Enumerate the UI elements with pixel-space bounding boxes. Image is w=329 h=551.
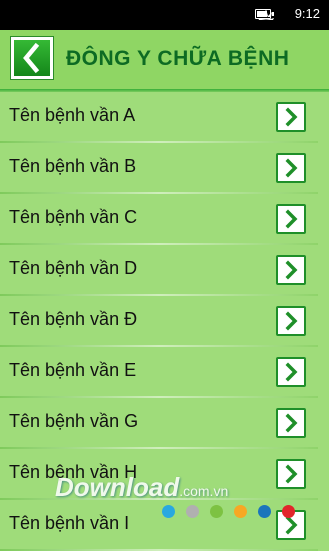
list-item[interactable]: Tên bệnh vần C xyxy=(0,194,329,245)
list-item-label: Tên bệnh vần D xyxy=(9,258,138,278)
list-item[interactable]: Tên bệnh vần A xyxy=(0,92,329,143)
list-item[interactable]: Tên bệnh vần E xyxy=(0,347,329,398)
open-item-button[interactable] xyxy=(276,357,306,387)
list-item-label: Tên bệnh vần G xyxy=(9,411,139,431)
list-item-label: Tên bệnh vần B xyxy=(9,156,137,176)
chevron-right-icon xyxy=(285,413,298,433)
open-item-button[interactable] xyxy=(276,102,306,132)
page-title: ĐÔNG Y CHỮA BỆNH xyxy=(66,47,290,70)
watermark-dot xyxy=(162,505,175,518)
watermark-dot xyxy=(186,505,199,518)
watermark: Download.com.vn xyxy=(55,472,228,503)
list-item[interactable]: Tên bệnh vần Đ xyxy=(0,296,329,347)
status-time: 9:12 xyxy=(294,6,320,21)
chevron-right-icon xyxy=(285,209,298,229)
chevron-right-icon xyxy=(285,260,298,280)
chevron-right-icon xyxy=(285,158,298,178)
open-item-button[interactable] xyxy=(276,153,306,183)
app-header: ĐÔNG Y CHỮA BỆNH xyxy=(0,30,329,92)
open-item-button[interactable] xyxy=(276,255,306,285)
chevron-left-icon xyxy=(23,42,40,74)
status-bar: 9:12 xyxy=(0,0,329,30)
chevron-right-icon xyxy=(285,464,298,484)
list-item[interactable]: Tên bệnh vần G xyxy=(0,398,329,449)
list-item-label: Tên bệnh vần Đ xyxy=(9,309,138,329)
battery-icon xyxy=(255,9,274,19)
watermark-dot xyxy=(234,505,247,518)
list-item-label: Tên bệnh vần C xyxy=(9,207,138,227)
open-item-button[interactable] xyxy=(276,459,306,489)
watermark-brand: Download xyxy=(55,472,180,502)
chevron-right-icon xyxy=(285,362,298,382)
chevron-right-icon xyxy=(285,107,298,127)
list-item[interactable]: Tên bệnh vần D xyxy=(0,245,329,296)
list-item-label: Tên bệnh vần E xyxy=(9,360,137,380)
watermark-dot xyxy=(210,505,223,518)
watermark-suffix: .com.vn xyxy=(179,483,229,499)
list-item-label: Tên bệnh vần I xyxy=(9,513,130,533)
open-item-button[interactable] xyxy=(276,408,306,438)
open-item-button[interactable] xyxy=(276,204,306,234)
open-item-button[interactable] xyxy=(276,306,306,336)
list-item[interactable]: Tên bệnh vần B xyxy=(0,143,329,194)
chevron-right-icon xyxy=(285,311,298,331)
back-button[interactable] xyxy=(10,36,54,80)
watermark-dot xyxy=(282,505,295,518)
watermark-dot xyxy=(258,505,271,518)
list-item-label: Tên bệnh vần A xyxy=(9,105,136,125)
